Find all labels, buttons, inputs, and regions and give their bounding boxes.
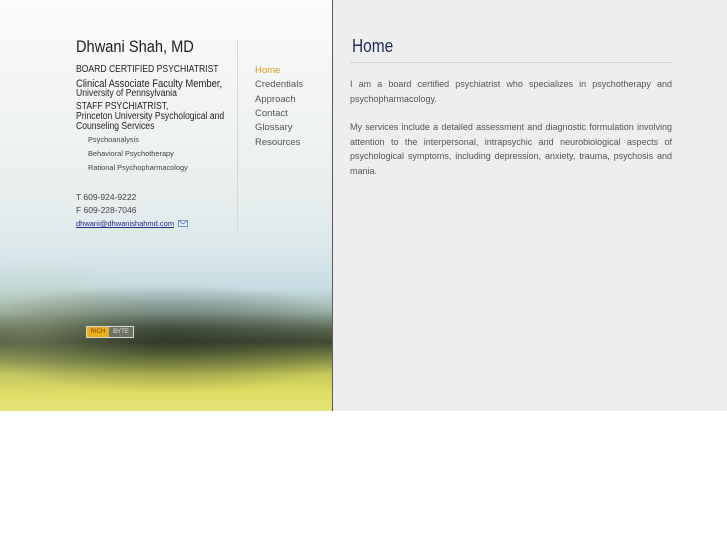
nav-divider	[237, 40, 238, 232]
page-title: Home	[352, 36, 394, 56]
phone-number: T 609-924-9222	[76, 192, 137, 202]
intro-paragraph: I am a board certified psychiatrist who …	[350, 79, 672, 104]
richbyte-badge[interactable]: RICH BYTE	[86, 326, 134, 338]
sidebar-panel: Dhwani Shah, MD BOARD CERTIFIED PSYCHIAT…	[0, 0, 332, 411]
specialty-item: Psychoanalysis	[88, 135, 139, 144]
board-certification: BOARD CERTIFIED PSYCHIATRIST	[76, 64, 219, 75]
specialty-item: Behavioral Psychotherapy	[88, 149, 174, 158]
nav-item-resources[interactable]: Resources	[255, 137, 300, 148]
title-underline	[351, 62, 672, 63]
nav-item-credentials[interactable]: Credentials	[255, 79, 303, 90]
nav-item-home[interactable]: Home	[255, 65, 280, 76]
main-content: Home I am a board certified psychiatrist…	[333, 0, 727, 411]
nav-item-contact[interactable]: Contact	[255, 108, 288, 119]
services-paragraph: My services include a detailed assessmen…	[350, 122, 672, 176]
envelope-icon[interactable]	[178, 220, 188, 227]
email-link[interactable]: dhwani@dhwanishahmd.com	[76, 219, 174, 228]
specialty-item: Rational Psychopharmacology	[88, 163, 188, 172]
staff-department: Counseling Services	[76, 121, 155, 132]
badge-left-text: RICH	[87, 327, 109, 337]
doctor-name: Dhwani Shah, MD	[76, 37, 194, 56]
faculty-institution: University of Pennsylvania	[76, 88, 177, 99]
fax-number: F 609-228-7046	[76, 205, 137, 215]
nav-item-approach[interactable]: Approach	[255, 94, 296, 105]
badge-right-text: BYTE	[109, 327, 133, 337]
nav-item-glossary[interactable]: Glossary	[255, 122, 292, 133]
